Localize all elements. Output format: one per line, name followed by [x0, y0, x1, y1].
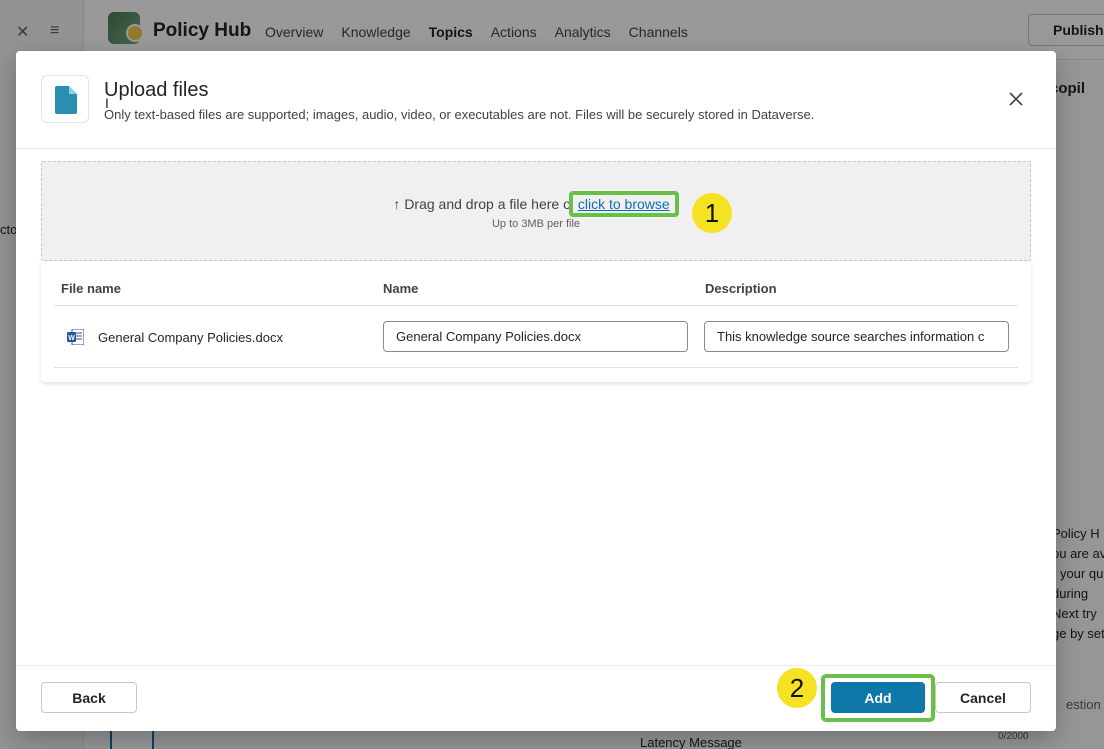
dialog-subtitle: Only text-based files are supported; ima… [104, 107, 815, 122]
dropzone-limit: Up to 3MB per file [491, 218, 581, 230]
dropzone-text: Drag and drop a file here o [404, 196, 571, 212]
close-icon[interactable] [1006, 89, 1026, 109]
text-cursor-icon: I [105, 95, 109, 111]
step-badge-2: 2 [777, 668, 817, 708]
description-input[interactable] [704, 321, 1009, 352]
row-divider [54, 367, 1018, 368]
cancel-button[interactable]: Cancel [935, 682, 1031, 713]
dialog-footer: Back Add Cancel [16, 665, 1056, 731]
upload-arrow-icon: ↑ [393, 196, 401, 212]
step-badge-1: 1 [692, 193, 732, 233]
column-header-description: Description [705, 281, 777, 296]
add-button[interactable]: Add [831, 682, 925, 713]
browse-link[interactable]: click to browse [578, 196, 670, 212]
header-divider [54, 305, 1018, 306]
name-input[interactable] [383, 321, 688, 352]
svg-text:W: W [68, 335, 75, 342]
dialog-title: Upload files [104, 79, 209, 101]
dialog-header: Upload files Only text-based files are s… [16, 51, 1056, 149]
document-icon [55, 86, 77, 114]
column-header-name: Name [383, 281, 419, 296]
file-name-cell: General Company Policies.docx [98, 330, 283, 345]
column-header-file-name: File name [61, 281, 121, 296]
file-dropzone[interactable]: ↑ Drag and drop a file here o click to bro… [41, 161, 1031, 261]
back-button[interactable]: Back [41, 682, 137, 713]
files-table: File name Name Description W General Com… [41, 261, 1031, 382]
file-tile [41, 75, 89, 123]
browse-highlight: click to browse [568, 191, 679, 217]
add-highlight: Add [821, 674, 935, 722]
dropzone-text-line: ↑ Drag and drop a file here o click to bro… [42, 191, 1030, 217]
upload-files-dialog: Upload files Only text-based files are s… [16, 51, 1056, 731]
word-document-icon: W [67, 329, 84, 345]
